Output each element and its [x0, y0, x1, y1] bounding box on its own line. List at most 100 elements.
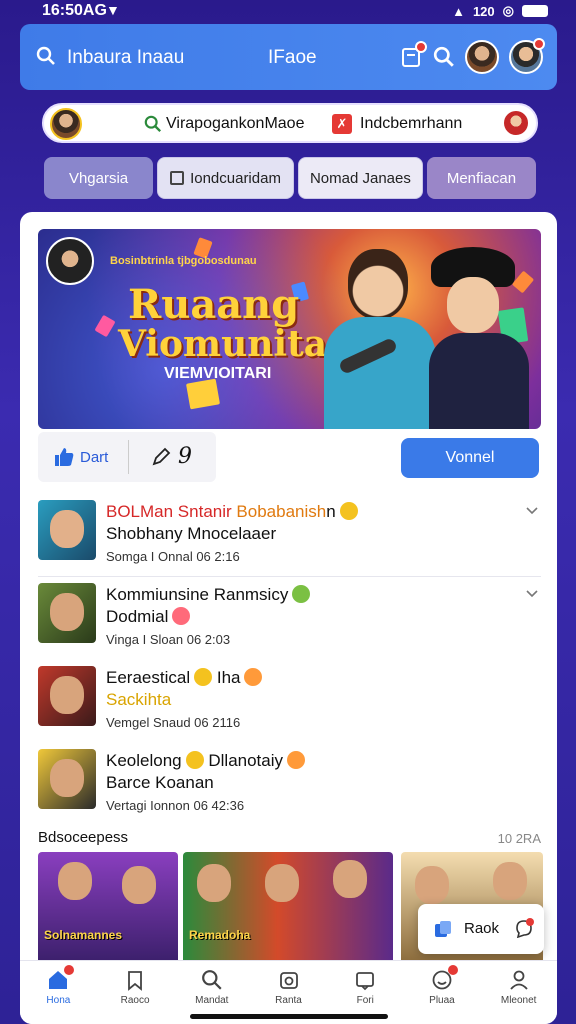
- content-card: Bosinbtrinla tjbgobosdunau Ruaang Viomun…: [20, 212, 557, 1024]
- chip-label: Menfiacan: [446, 169, 517, 187]
- banner-subtitle: VIEMVIOITARI: [164, 365, 272, 382]
- battery-icon: [522, 5, 548, 17]
- emoji-icon: [172, 607, 191, 625]
- primary-button[interactable]: Vonnel: [401, 438, 539, 478]
- search-icon[interactable]: [36, 46, 56, 66]
- app-center-label[interactable]: IFaoe: [268, 47, 317, 69]
- emoji-icon: [185, 751, 204, 769]
- pen-icon[interactable]: [150, 446, 172, 468]
- item-meta: Vemgel Snaud 06 2116: [106, 715, 241, 730]
- thumbnail: [38, 666, 96, 726]
- emoji-icon: [244, 668, 263, 686]
- notification-badge: [447, 965, 458, 975]
- thumbnail: [38, 583, 96, 643]
- signal-icon: ▲: [452, 3, 465, 19]
- thumbnail: [38, 749, 96, 809]
- emoji-icon: [194, 668, 213, 686]
- emoji-icon: [287, 751, 306, 769]
- search-bar[interactable]: VirapogankonMaoe ✗ Indcbemrhann: [42, 103, 538, 143]
- bookmark-icon: [128, 971, 142, 991]
- search-icon[interactable]: [433, 46, 455, 68]
- item-subtitle: Dodmial: [106, 607, 191, 627]
- chip-3[interactable]: Nomad Janaes: [297, 157, 423, 199]
- tab-label: Mleonet: [500, 995, 537, 1006]
- person-illustration: [423, 247, 533, 429]
- item-subtitle: Sackihta: [106, 690, 172, 709]
- list-item[interactable]: Keolelong Dllanotaiy Barce Koanan Vertag…: [38, 743, 541, 826]
- list-item[interactable]: Kommiunsine Ranmsicy Dodmial Vinga I Slo…: [38, 577, 541, 660]
- list-item[interactable]: Eeraestical Iha Sackihta Vemgel Snaud 06…: [38, 660, 541, 743]
- floating-action-label: Raok: [464, 920, 500, 937]
- camera-icon: [279, 972, 298, 989]
- tab-label: Pluaa: [429, 995, 455, 1006]
- status-bar: 16:50AG ▼ ▲ 120 ◎: [0, 0, 576, 22]
- chip-1[interactable]: Vhgarsia: [44, 157, 154, 199]
- search-query[interactable]: VirapogankonMaoe: [166, 115, 304, 133]
- reaction-group: Dart 9: [38, 432, 216, 482]
- home-indicator[interactable]: [190, 1014, 388, 1019]
- hero-banner[interactable]: Bosinbtrinla tjbgobosdunau Ruaang Viomun…: [38, 229, 541, 429]
- chip-2[interactable]: Iondcuaridam: [157, 157, 294, 199]
- channel-avatar[interactable]: [46, 237, 94, 285]
- chip-label: Iondcuaridam: [190, 169, 281, 187]
- chip-label: Vhgarsia: [68, 169, 129, 187]
- item-meta: Somga I Onnal 06 2:16: [106, 549, 240, 564]
- inbox-icon[interactable]: [399, 41, 427, 69]
- chat-icon[interactable]: [514, 918, 534, 938]
- notification-badge: [415, 41, 427, 53]
- search-tag-label[interactable]: Indcbemrhann: [360, 115, 462, 133]
- item-title: BOLMan Sntanir Bobabanishn: [106, 502, 358, 522]
- emoji-icon: [339, 502, 358, 520]
- feed-list: BOLMan Sntanir Bobabanishn Shobhany Mnoc…: [38, 494, 541, 826]
- gallery-item[interactable]: Remadoha: [183, 852, 393, 964]
- reaction-count: 9: [178, 444, 192, 469]
- list-item[interactable]: BOLMan Sntanir Bobabanishn Shobhany Mnoc…: [38, 494, 541, 577]
- item-meta: Vertagi Ionnon 06 42:36: [106, 798, 245, 813]
- tab-label: Raoco: [120, 995, 150, 1006]
- person-illustration: [320, 249, 440, 429]
- thumbnail: [38, 500, 96, 560]
- status-right-text: 120: [472, 3, 495, 19]
- chip-label: Nomad Janaes: [309, 169, 411, 187]
- avatar[interactable]: [465, 40, 499, 74]
- profile-icon: [509, 970, 528, 990]
- floating-action[interactable]: Raok: [418, 904, 544, 954]
- action-row: Dart 9 Vonnel: [38, 432, 541, 484]
- tab-label: Fori: [356, 995, 374, 1006]
- emoji-icon: [292, 585, 311, 603]
- chevron-down-icon[interactable]: [525, 504, 539, 518]
- item-subtitle: Barce Koanan: [106, 773, 214, 792]
- checkbox-icon[interactable]: [170, 171, 185, 185]
- banner-title-line1: Ruaang: [128, 281, 300, 328]
- avatar[interactable]: [50, 108, 82, 140]
- search-icon: [144, 115, 162, 133]
- item-subtitle: Shobhany Mnocelaaer: [106, 524, 277, 543]
- message-icon: [356, 972, 375, 991]
- chip-4[interactable]: Menfiacan: [426, 157, 536, 199]
- filter-chips: Vhgarsia Iondcuaridam Nomad Janaes Menfi…: [44, 157, 536, 199]
- status-time: 16:50AG: [42, 2, 107, 19]
- notification-badge: [64, 965, 75, 975]
- item-title: Kommiunsine Ranmsicy: [106, 585, 311, 605]
- chevron-down-icon[interactable]: [525, 587, 539, 601]
- primary-button-label: Vonnel: [445, 449, 495, 466]
- tab-bookmark[interactable]: Raoco: [97, 961, 174, 1024]
- share-icon: [435, 921, 451, 937]
- item-meta: Vinga I Sloan 06 2:03: [106, 632, 231, 647]
- confetti: [185, 378, 221, 410]
- status-icons: ▲ 120 ◎: [452, 3, 548, 19]
- section-count: 10 2RA: [497, 831, 541, 846]
- tab-home[interactable]: Hona: [20, 961, 97, 1024]
- tab-profile[interactable]: Mleonet: [480, 961, 557, 1024]
- tag-icon[interactable]: ✗: [332, 114, 352, 134]
- tab-reactions[interactable]: Pluaa: [404, 961, 481, 1024]
- gallery-item[interactable]: Solnamannes: [38, 852, 178, 964]
- avatar[interactable]: [502, 109, 530, 137]
- item-title: Keolelong Dllanotaiy: [106, 751, 306, 771]
- divider: [128, 440, 129, 474]
- thumbs-up-icon[interactable]: [54, 447, 74, 467]
- gallery-caption: Solnamannes: [44, 928, 123, 942]
- app-bar: Inbaura Inaau IFaoe: [20, 24, 557, 90]
- like-label[interactable]: Dart: [80, 449, 108, 466]
- avatar[interactable]: [509, 38, 545, 74]
